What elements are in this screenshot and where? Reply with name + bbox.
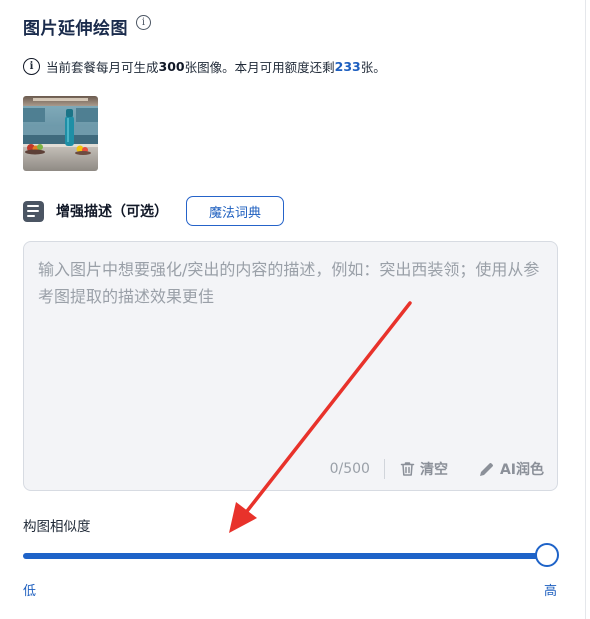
slider-high-label: 高 bbox=[544, 584, 558, 599]
description-box: 0/500 清空 AI润色 bbox=[23, 241, 558, 491]
ai-polish-button[interactable]: AI润色 bbox=[478, 459, 544, 479]
footer-divider bbox=[383, 459, 385, 479]
info-icon[interactable]: i bbox=[136, 15, 151, 30]
composition-similarity-label: 构图相似度 bbox=[23, 519, 91, 535]
pencil-icon bbox=[479, 462, 493, 476]
info-circle-icon: i bbox=[23, 58, 40, 75]
magic-dictionary-button[interactable]: 魔法词典 bbox=[186, 196, 284, 226]
description-footer: 0/500 清空 AI润色 bbox=[330, 458, 544, 480]
text-lines-icon bbox=[23, 200, 44, 222]
title-row: 图片延伸绘图 i bbox=[23, 14, 151, 39]
remaining-quota: 233 bbox=[334, 59, 361, 74]
notice-suffix: 张。 bbox=[360, 60, 386, 75]
description-input[interactable] bbox=[38, 256, 543, 451]
slider-low-label: 低 bbox=[23, 584, 37, 599]
enhance-description-row: 增强描述（可选） 魔法词典 bbox=[23, 196, 284, 226]
panel-divider bbox=[585, 0, 586, 619]
composition-similarity-slider[interactable] bbox=[23, 543, 559, 569]
slider-fill bbox=[23, 553, 547, 559]
quota-notice: i 当前套餐每月可生成 300 张图像。本月可用额度还剩 233 张。 bbox=[23, 57, 386, 76]
page-title: 图片延伸绘图 bbox=[23, 19, 128, 39]
ai-polish-label: AI润色 bbox=[499, 462, 544, 478]
slider-thumb[interactable] bbox=[535, 543, 559, 567]
character-counter: 0/500 bbox=[329, 461, 370, 477]
enhance-description-label: 增强描述（可选） bbox=[56, 204, 168, 220]
monthly-quota: 300 bbox=[158, 59, 185, 74]
clear-label: 清空 bbox=[419, 462, 448, 478]
notice-middle: 张图像。本月可用额度还剩 bbox=[184, 60, 335, 75]
clear-button[interactable]: 清空 bbox=[400, 459, 448, 479]
kitchen-bottle-thumbnail bbox=[23, 96, 98, 171]
notice-prefix: 当前套餐每月可生成 bbox=[46, 60, 159, 75]
reference-image-thumbnail[interactable] bbox=[23, 96, 98, 171]
trash-icon bbox=[400, 462, 415, 476]
